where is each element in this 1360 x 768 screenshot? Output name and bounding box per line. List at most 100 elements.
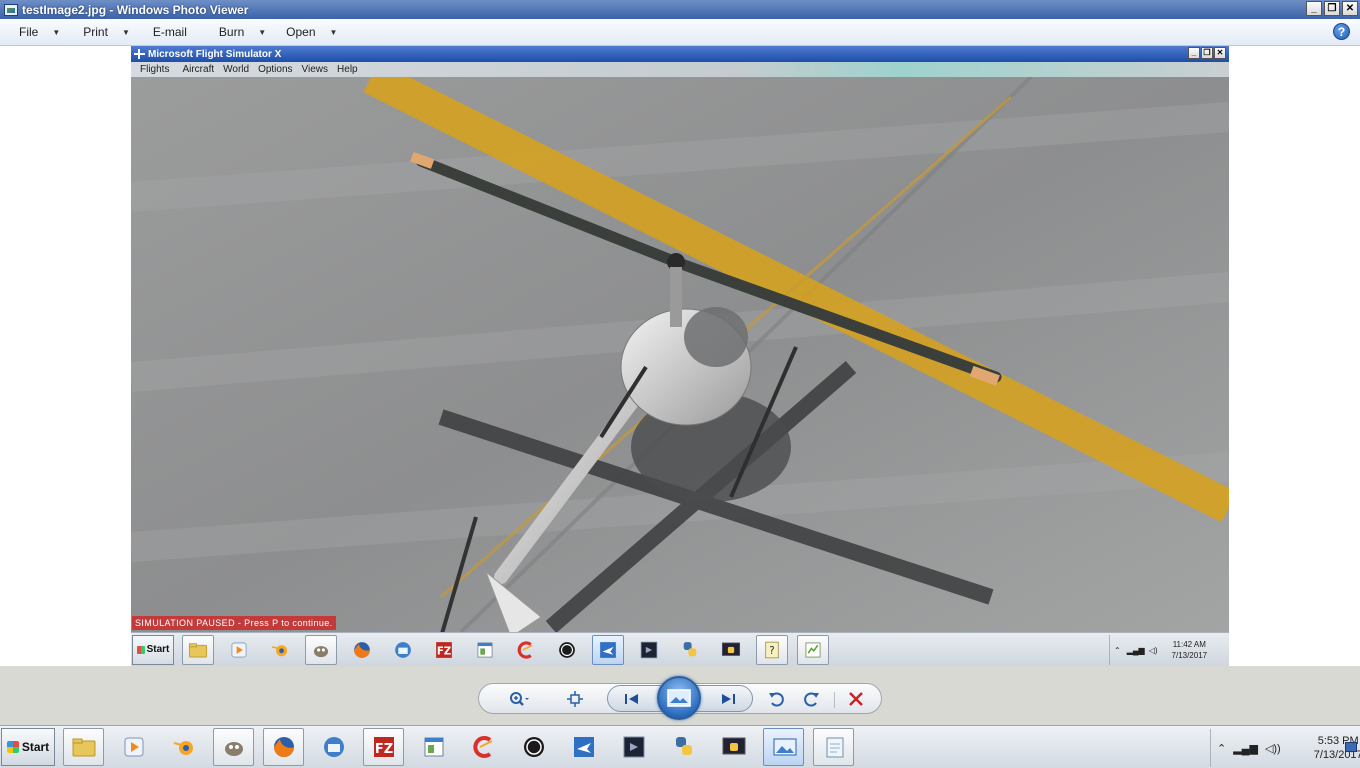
premiere-icon[interactable] bbox=[633, 635, 665, 665]
media-player-icon[interactable] bbox=[113, 728, 154, 766]
windows-logo-icon bbox=[136, 645, 145, 654]
python-console-icon[interactable] bbox=[715, 635, 747, 665]
taskbar: Start FZ ⌃ ▂▄▆ ◁)) 5:53 PM 7/13/2017 bbox=[0, 725, 1360, 768]
ccleaner-icon[interactable] bbox=[510, 635, 542, 665]
thunderbird-icon[interactable] bbox=[313, 728, 354, 766]
media-player-icon[interactable] bbox=[223, 635, 255, 665]
fsx-titlebar: Microsoft Flight Simulator X _ ❐ ✕ bbox=[131, 46, 1229, 62]
thunderbird-icon[interactable] bbox=[387, 635, 419, 665]
chevron-down-icon: ▼ bbox=[258, 27, 267, 37]
helicopter-scene bbox=[131, 77, 1229, 632]
show-desktop-button[interactable] bbox=[1345, 742, 1357, 752]
filezilla-icon[interactable]: FZ bbox=[428, 635, 460, 665]
obs-icon[interactable] bbox=[551, 635, 583, 665]
firefox-icon[interactable] bbox=[346, 635, 378, 665]
blender-icon[interactable] bbox=[163, 728, 204, 766]
viewer-controls bbox=[0, 666, 1360, 725]
svg-text:FZ: FZ bbox=[437, 646, 451, 657]
flight-sim-icon[interactable] bbox=[592, 634, 624, 665]
gimp-icon[interactable] bbox=[213, 728, 254, 766]
filezilla-icon[interactable]: FZ bbox=[363, 728, 404, 766]
window-title: testImage2.jpg - Windows Photo Viewer bbox=[22, 2, 249, 17]
python-icon[interactable] bbox=[674, 635, 706, 665]
chart-icon[interactable] bbox=[797, 634, 829, 665]
previous-icon bbox=[625, 694, 638, 704]
folder-icon[interactable] bbox=[182, 634, 214, 665]
system-tray: ⌃ ▂▄▆ ◁)) 5:53 PM 7/13/2017 bbox=[1210, 729, 1360, 767]
minimize-button[interactable]: _ bbox=[1306, 1, 1322, 16]
fsx-menu-world: World bbox=[223, 64, 250, 75]
gimp-icon[interactable] bbox=[305, 634, 337, 665]
rotate-clockwise-button[interactable] bbox=[800, 688, 822, 710]
zoom-button[interactable] bbox=[508, 688, 530, 710]
fsx-minimize-icon: _ bbox=[1188, 47, 1200, 59]
tray-arrow-icon[interactable]: ⌃ bbox=[1217, 742, 1226, 755]
photo-display[interactable]: Microsoft Flight Simulator X _ ❐ ✕ Fligh… bbox=[131, 46, 1229, 666]
python-icon[interactable] bbox=[663, 728, 704, 766]
window-icon[interactable] bbox=[413, 728, 454, 766]
fsx-menubar: Flights Aircraft World Options Views Hel… bbox=[131, 62, 1229, 77]
blender-icon[interactable] bbox=[264, 635, 296, 665]
menu-print[interactable]: Print ▼ bbox=[83, 25, 130, 39]
volume-icon[interactable]: ◁)) bbox=[1265, 742, 1281, 755]
maximize-button[interactable]: ❐ bbox=[1324, 1, 1340, 16]
fsx-menu-flights: Flights bbox=[140, 64, 170, 75]
slideshow-icon bbox=[667, 689, 691, 707]
chevron-down-icon: ▼ bbox=[52, 27, 61, 37]
controls-divider bbox=[834, 692, 835, 708]
folder-icon[interactable] bbox=[63, 728, 104, 766]
svg-text:FZ: FZ bbox=[374, 742, 392, 757]
notepad-icon[interactable] bbox=[813, 728, 854, 766]
menu-burn[interactable]: Burn ▼ bbox=[219, 25, 266, 39]
start-button[interactable]: Start bbox=[1, 728, 55, 766]
python-console-icon[interactable] bbox=[713, 728, 754, 766]
delete-icon bbox=[849, 692, 863, 706]
rotate-clockwise-icon bbox=[804, 692, 819, 707]
premiere-icon[interactable] bbox=[613, 728, 654, 766]
previous-button[interactable] bbox=[621, 688, 643, 710]
cockpit-glass bbox=[684, 307, 748, 367]
inner-start-button: Start bbox=[132, 634, 174, 665]
ccleaner-icon[interactable] bbox=[463, 728, 504, 766]
volume-icon: ◁) bbox=[1148, 645, 1158, 655]
next-button[interactable] bbox=[717, 688, 739, 710]
menu-open[interactable]: Open ▼ bbox=[286, 25, 337, 39]
inner-system-tray: ⌃ ▂▄▆ ◁) 11:42 AM 7/13/2017 bbox=[1109, 635, 1229, 665]
window-titlebar: testImage2.jpg - Windows Photo Viewer _ … bbox=[0, 0, 1360, 19]
simulation-paused-banner: SIMULATION PAUSED - Press P to continue. bbox=[132, 616, 336, 630]
taskbar-icons: FZ bbox=[63, 728, 854, 766]
obs-icon[interactable] bbox=[513, 728, 554, 766]
fit-window-icon bbox=[567, 691, 583, 707]
fit-window-button[interactable] bbox=[564, 688, 586, 710]
windows-logo-icon bbox=[6, 741, 19, 753]
fsx-menu-help: Help bbox=[337, 64, 358, 75]
network-icon[interactable]: ▂▄▆ bbox=[1233, 742, 1258, 755]
inner-taskbar-icons: FZ? bbox=[182, 634, 829, 665]
close-button[interactable]: ✕ bbox=[1342, 1, 1358, 16]
fsx-menu-aircraft: Aircraft bbox=[182, 64, 215, 75]
chevron-down-icon: ▼ bbox=[329, 27, 338, 37]
svg-text:?: ? bbox=[769, 645, 774, 656]
fsx-close-icon: ✕ bbox=[1214, 47, 1226, 59]
window-icon[interactable] bbox=[469, 635, 501, 665]
rotate-counterclockwise-button[interactable] bbox=[766, 688, 788, 710]
photo-viewer-app-icon bbox=[4, 3, 18, 16]
fsx-title: Microsoft Flight Simulator X bbox=[148, 48, 282, 60]
menu-file[interactable]: File ▼ bbox=[19, 25, 60, 39]
menu-email[interactable]: E-mail bbox=[153, 25, 187, 39]
inner-taskbar: Start FZ? ⌃ ▂▄▆ ◁) 11:42 AM 7/13/2017 bbox=[131, 632, 1229, 666]
zoom-icon bbox=[510, 692, 529, 706]
firefox-icon[interactable] bbox=[263, 728, 304, 766]
next-icon bbox=[722, 694, 735, 704]
delete-button[interactable] bbox=[845, 688, 867, 710]
help-icon[interactable]: ? bbox=[1333, 23, 1350, 40]
fsx-maximize-icon: ❐ bbox=[1201, 47, 1213, 59]
flight-sim-icon[interactable] bbox=[563, 728, 604, 766]
menu-bar: File ▼ Print ▼ E-mail Burn ▼ Open ▼ ? bbox=[0, 19, 1360, 46]
slideshow-button[interactable] bbox=[657, 676, 701, 720]
fsx-menu-options: Options bbox=[258, 64, 293, 75]
chevron-down-icon: ▼ bbox=[121, 27, 130, 37]
network-icon: ▂▄▆ bbox=[1126, 645, 1145, 655]
help-file-icon[interactable]: ? bbox=[756, 634, 788, 665]
photo-viewer-icon[interactable] bbox=[763, 728, 804, 766]
